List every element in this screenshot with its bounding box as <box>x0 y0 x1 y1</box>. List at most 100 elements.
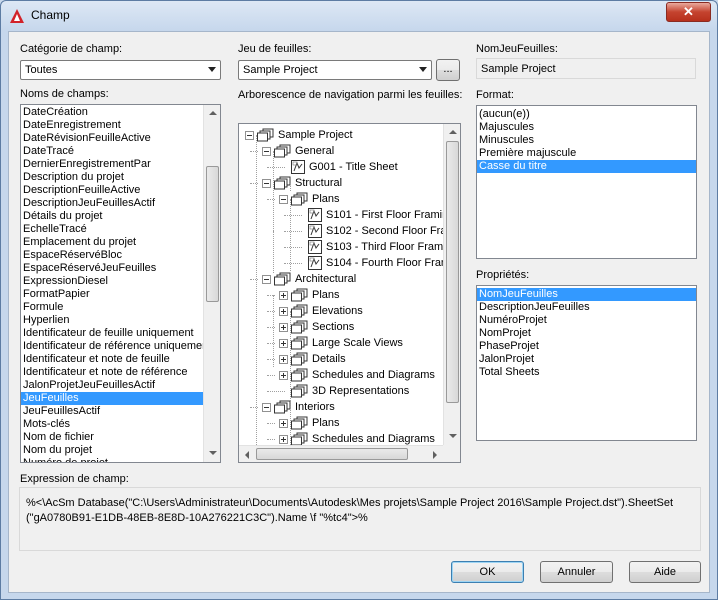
tree-node[interactable]: General <box>239 143 445 159</box>
close-button[interactable]: ✕ <box>666 2 711 22</box>
expand-icon[interactable] <box>279 307 288 316</box>
tree-node[interactable]: 3D Representations <box>239 383 445 399</box>
field-name-item[interactable]: JalonProjetJeuFeuillesActif <box>21 379 203 392</box>
tree-node[interactable]: G001 - Title Sheet <box>239 159 445 175</box>
field-name-item[interactable]: DateRévisionFeuilleActive <box>21 132 203 145</box>
tree-node[interactable]: Large Scale Views <box>239 335 445 351</box>
sheet-set-label: Jeu de feuilles: <box>238 43 312 55</box>
collapse-icon[interactable] <box>262 179 271 188</box>
collapse-icon[interactable] <box>262 275 271 284</box>
scroll-up-button[interactable] <box>445 125 460 140</box>
field-name-item[interactable]: Identificateur et note de référence <box>21 366 203 379</box>
cancel-button[interactable]: Annuler <box>540 561 613 583</box>
field-name-item[interactable]: FormatPapier <box>21 288 203 301</box>
format-item[interactable]: Majuscules <box>477 121 696 134</box>
field-name-item[interactable]: ExpressionDiesel <box>21 275 203 288</box>
property-item[interactable]: JalonProjet <box>477 353 696 366</box>
field-name-item[interactable]: DateCréation <box>21 106 203 119</box>
format-item[interactable]: Première majuscule <box>477 147 696 160</box>
field-names-list[interactable]: DateCréation DateEnregistrement DateRévisi… <box>20 104 221 463</box>
help-button[interactable]: Aide <box>629 561 701 583</box>
scroll-thumb[interactable] <box>206 166 219 302</box>
tree-node[interactable]: S104 - Fourth Floor Framing <box>239 255 445 271</box>
collapse-icon[interactable] <box>262 147 271 156</box>
field-name-item[interactable]: Identificateur et note de feuille <box>21 353 203 366</box>
tree-node[interactable]: S102 - Second Floor Framing <box>239 223 445 239</box>
field-name-item[interactable]: Formule <box>21 301 203 314</box>
field-name-item[interactable]: Détails du projet <box>21 210 203 223</box>
field-name-item[interactable]: Nom du projet <box>21 444 203 457</box>
property-item[interactable]: DescriptionJeuFeuilles <box>477 301 696 314</box>
field-name-item[interactable]: EspaceRéservéJeuFeuilles <box>21 262 203 275</box>
property-item[interactable]: Total Sheets <box>477 366 696 379</box>
tree-node[interactable]: Plans <box>239 415 445 431</box>
expand-icon[interactable] <box>279 419 288 428</box>
scroll-left-button[interactable] <box>240 447 255 462</box>
scroll-down-button[interactable] <box>445 429 460 444</box>
field-name-item[interactable]: DescriptionJeuFeuillesActif <box>21 197 203 210</box>
field-name-item[interactable]: DernierEnregistrementPar <box>21 158 203 171</box>
format-item[interactable]: (aucun(e)) <box>477 108 696 121</box>
tree-node[interactable]: Details <box>239 351 445 367</box>
expand-icon[interactable] <box>279 291 288 300</box>
collapse-icon[interactable] <box>279 195 288 204</box>
tree-node[interactable]: S103 - Third Floor Framing <box>239 239 445 255</box>
scroll-down-button[interactable] <box>205 446 220 461</box>
tree-node-label: S104 - Fourth Floor Framing <box>326 257 445 269</box>
expand-icon[interactable] <box>279 371 288 380</box>
field-name-item[interactable]: Nom de fichier <box>21 431 203 444</box>
scroll-right-button[interactable] <box>427 447 442 462</box>
title-bar[interactable]: Champ ✕ <box>1 1 717 31</box>
scroll-up-button[interactable] <box>205 106 220 121</box>
field-name-item[interactable]: Numéro de projet <box>21 457 203 462</box>
field-name-item[interactable]: DescriptionFeuilleActive <box>21 184 203 197</box>
format-item[interactable]: Casse du titre <box>477 160 696 173</box>
tree-node[interactable]: S101 - First Floor Framing <box>239 207 445 223</box>
scroll-thumb[interactable] <box>446 141 459 403</box>
field-name-item[interactable]: Emplacement du projet <box>21 236 203 249</box>
field-name-item[interactable]: Identificateur de référence uniquement <box>21 340 211 353</box>
property-item[interactable]: PhaseProjet <box>477 340 696 353</box>
field-names-scrollbar[interactable] <box>203 105 220 462</box>
field-name-item[interactable]: Identificateur de feuille uniquement <box>21 327 203 340</box>
tree-node[interactable]: Structural <box>239 175 445 191</box>
field-name-item[interactable]: JeuFeuillesActif <box>21 405 203 418</box>
field-name-item[interactable]: DateTracé <box>21 145 203 158</box>
tree-node[interactable]: Plans <box>239 287 445 303</box>
field-name-item[interactable]: JeuFeuilles <box>21 392 203 405</box>
tree-node[interactable]: Schedules and Diagrams <box>239 367 445 383</box>
sheet-set-dropdown[interactable]: Sample Project <box>238 60 432 80</box>
ok-button[interactable]: OK <box>451 561 524 583</box>
field-name-item[interactable]: EchelleTracé <box>21 223 203 236</box>
field-name-item[interactable]: Mots-clés <box>21 418 203 431</box>
scroll-thumb[interactable] <box>256 448 408 460</box>
format-list[interactable]: (aucun(e)) Majuscules Minuscules Première m… <box>476 105 697 259</box>
expand-icon[interactable] <box>279 435 288 444</box>
tree-node[interactable]: Sample Project <box>239 127 445 143</box>
tree-node[interactable]: Elevations <box>239 303 445 319</box>
collapse-icon[interactable] <box>262 403 271 412</box>
field-name-item[interactable]: DateEnregistrement <box>21 119 203 132</box>
tree-node[interactable]: Plans <box>239 191 445 207</box>
tree-node[interactable]: Architectural <box>239 271 445 287</box>
collapse-icon[interactable] <box>245 131 254 140</box>
sheet-navigation-tree[interactable]: Sample Project General G001 - Title Sheet S… <box>238 123 461 463</box>
tree-node[interactable]: Sections <box>239 319 445 335</box>
property-item[interactable]: NomProjet <box>477 327 696 340</box>
field-name-item[interactable]: Hyperlien <box>21 314 203 327</box>
format-item[interactable]: Minuscules <box>477 134 696 147</box>
expand-icon[interactable] <box>279 355 288 364</box>
expand-icon[interactable] <box>279 339 288 348</box>
browse-button[interactable]: ... <box>436 59 460 81</box>
category-dropdown[interactable]: Toutes <box>20 60 221 80</box>
property-item[interactable]: NuméroProjet <box>477 314 696 327</box>
tree-vertical-scrollbar[interactable] <box>443 124 460 445</box>
field-expression-box[interactable]: %<\AcSm Database("C:\Users\Administrateu… <box>19 487 701 551</box>
tree-horizontal-scrollbar[interactable] <box>239 445 443 462</box>
field-name-item[interactable]: Description du projet <box>21 171 203 184</box>
property-item[interactable]: NomJeuFeuilles <box>477 288 696 301</box>
field-name-item[interactable]: EspaceRéservéBloc <box>21 249 203 262</box>
properties-list[interactable]: NomJeuFeuilles DescriptionJeuFeuilles Numé… <box>476 285 697 441</box>
tree-node[interactable]: Interiors <box>239 399 445 415</box>
expand-icon[interactable] <box>279 323 288 332</box>
